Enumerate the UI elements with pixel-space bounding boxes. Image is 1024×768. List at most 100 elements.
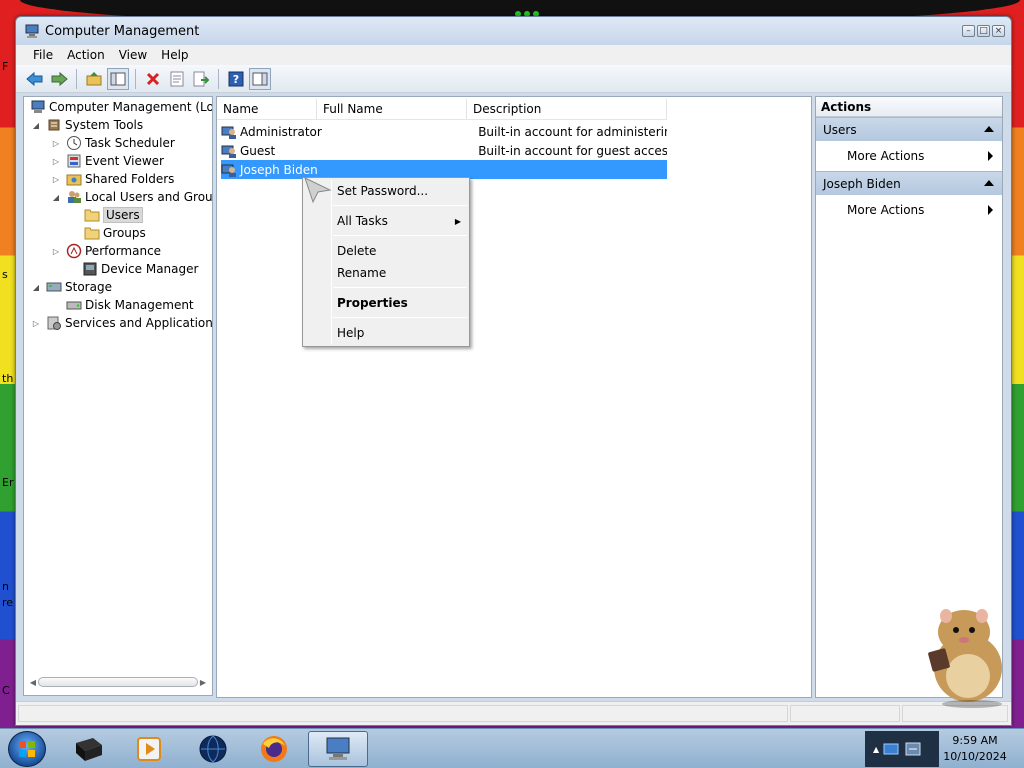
clock-icon [66,135,82,151]
start-button[interactable] [8,731,46,767]
taskbar-app-computer-management[interactable] [308,731,368,767]
background-text: s [2,268,8,281]
background-text: Er [2,476,14,489]
delete-icon[interactable] [142,68,164,90]
show-hidden-icons-button[interactable]: ▲ [873,745,879,754]
network-icon[interactable] [883,741,901,757]
list-item[interactable]: Administrator Built-in account for admin… [221,122,667,141]
services-icon [46,315,62,331]
collapse-caret-icon[interactable] [984,180,994,186]
expand-arrow-icon[interactable]: ▷ [50,157,62,166]
tree-item-device-manager[interactable]: Device Manager [66,260,198,278]
taskbar-app-terminal[interactable] [62,731,116,767]
tree-item-users[interactable]: Users [68,206,143,224]
menu-item-help[interactable]: Help [337,323,467,343]
scroll-right-icon[interactable]: ▶ [198,678,208,687]
collapse-arrow-icon[interactable]: ◢ [30,283,42,292]
collapse-caret-icon[interactable] [984,126,994,132]
disk-icon [66,297,82,313]
tree-item-computer-management[interactable]: Computer Management (Local [30,98,212,116]
up-folder-icon[interactable] [83,68,105,90]
folder-icon [84,225,100,241]
user-description: Built-in account for administering... [478,124,667,139]
tree-item-disk-management[interactable]: Disk Management [50,296,194,314]
menu-item-set-password[interactable]: Set Password... [337,181,467,201]
show-hide-tree-icon[interactable] [107,67,129,90]
expand-arrow-icon[interactable]: ▷ [50,247,62,256]
minimize-button[interactable]: – [962,25,975,37]
tree-item-services-and-applications[interactable]: ▷ Services and Applications [30,314,212,332]
storage-icon [46,279,62,295]
taskbar-app-firefox[interactable] [247,731,301,767]
more-actions-item[interactable]: More Actions [816,195,1002,225]
collapse-arrow-icon[interactable]: ◢ [50,193,62,202]
column-header-full-name[interactable]: Full Name [317,99,467,119]
menu-item-properties[interactable]: Properties [337,293,467,313]
list-item[interactable]: Guest Built-in account for guest access … [221,141,667,160]
computer-management-window: Computer Management – □ × File Action Vi… [15,16,1012,726]
menu-view[interactable]: View [112,48,154,62]
taskbar-app-media-player[interactable] [122,731,176,767]
expand-arrow-icon[interactable]: ▷ [30,319,42,328]
title-bar[interactable]: Computer Management – □ × [16,17,1011,45]
properties-icon[interactable] [166,68,188,90]
close-button[interactable]: × [992,25,1005,37]
background-text: th [2,372,14,385]
computer-management-icon [25,24,39,38]
more-actions-item[interactable]: More Actions [816,141,1002,171]
help-icon[interactable]: ? [225,68,247,90]
menu-item-label: Properties [337,296,408,310]
tree-item-system-tools[interactable]: ◢ System Tools [30,116,143,134]
menu-item-rename[interactable]: Rename [337,263,467,283]
menu-item-all-tasks[interactable]: All Tasks ▶ [337,211,467,231]
tree-item-groups[interactable]: Groups [68,224,146,242]
tree-item-event-viewer[interactable]: ▷ Event Viewer [50,152,164,170]
forward-arrow-icon[interactable] [48,68,70,90]
performance-icon [66,243,82,259]
menu-help[interactable]: Help [154,48,195,62]
maximize-button[interactable]: □ [977,25,990,37]
menu-action[interactable]: Action [60,48,112,62]
tree-item-label: Device Manager [101,262,199,276]
actions-section-selected-user[interactable]: Joseph Biden [816,171,1002,195]
clock-date: 10/10/2024 [943,750,1007,763]
taskbar-app-globe[interactable] [186,731,240,767]
background-text: F [2,60,9,73]
event-viewer-icon [66,153,82,169]
tree-item-shared-folders[interactable]: ▷ Shared Folders [50,170,174,188]
tree-item-storage[interactable]: ◢ Storage [30,278,112,296]
tree-item-task-scheduler[interactable]: ▷ Task Scheduler [50,134,175,152]
tree-item-label: Task Scheduler [85,136,175,150]
action-label: More Actions [847,149,925,163]
taskbar-clock[interactable]: 9:59 AM 10/10/2024 [940,733,1010,765]
back-arrow-icon[interactable] [24,68,46,90]
menu-bar: File Action View Help [16,45,1011,65]
tree-item-label: System Tools [65,118,144,132]
tree-item-local-users-and-groups[interactable]: ◢ Local Users and Groups [50,188,212,206]
expand-arrow-icon[interactable]: ▷ [50,175,62,184]
window-title: Computer Management [45,23,200,39]
collapse-arrow-icon[interactable]: ◢ [30,121,42,130]
svg-text:?: ? [233,73,239,86]
submenu-arrow-icon [988,151,993,161]
actions-section-users[interactable]: Users [816,117,1002,141]
computer-management-icon [326,737,350,760]
scroll-thumb[interactable] [38,677,198,687]
expand-arrow-icon[interactable]: ▷ [50,139,62,148]
tree-item-label: Groups [103,226,146,240]
submenu-arrow-icon: ▶ [454,216,461,226]
device-manager-icon [82,261,98,277]
column-header-name[interactable]: Name [217,99,317,119]
menu-file[interactable]: File [26,48,60,62]
show-hide-action-pane-icon[interactable] [249,67,271,90]
toolbar: ? [16,65,1011,93]
menu-item-delete[interactable]: Delete [337,241,467,261]
tree-item-performance[interactable]: ▷ Performance [50,242,161,260]
tree-item-label: Event Viewer [85,154,164,168]
computer-management-icon [30,99,46,115]
scroll-left-icon[interactable]: ◀ [28,678,38,687]
export-list-icon[interactable] [190,68,212,90]
horizontal-scrollbar[interactable]: ◀ ▶ [28,675,208,689]
column-header-description[interactable]: Description [467,99,667,119]
action-center-icon[interactable] [905,741,923,757]
